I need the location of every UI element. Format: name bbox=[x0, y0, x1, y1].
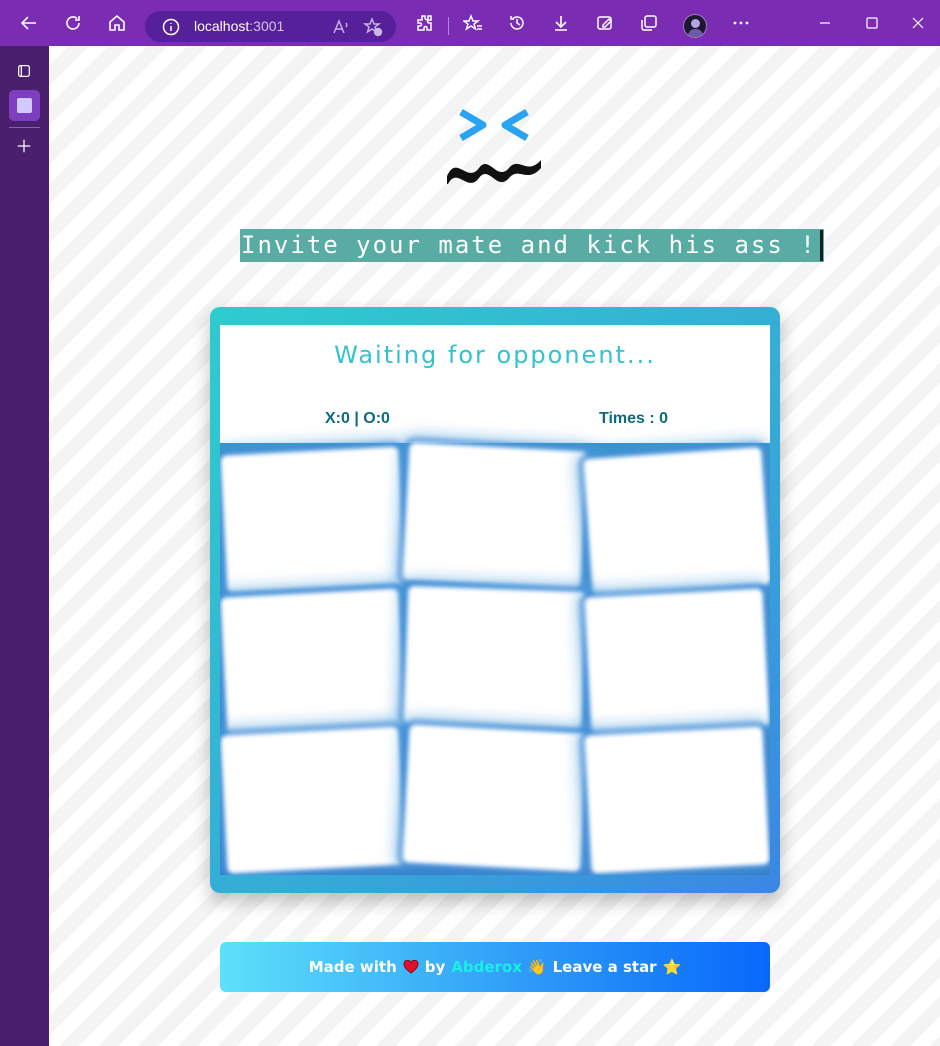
typing-caret bbox=[819, 230, 823, 261]
heart-icon bbox=[403, 959, 419, 974]
history-icon[interactable] bbox=[503, 9, 531, 37]
tic-tac-toe-grid bbox=[220, 442, 770, 875]
score-counter: X:0 | O:0 bbox=[325, 410, 390, 427]
board-cell[interactable] bbox=[220, 726, 406, 874]
author-link[interactable]: Abderox bbox=[451, 958, 522, 976]
info-icon[interactable] bbox=[161, 17, 181, 37]
profile-avatar[interactable] bbox=[683, 14, 707, 38]
headline-text: Invite your mate and kick his ass ! bbox=[241, 231, 817, 259]
star-icon: ⭐ bbox=[662, 958, 682, 976]
active-tab-icon[interactable] bbox=[9, 90, 40, 121]
collections-icon[interactable] bbox=[635, 9, 663, 37]
vertical-tabs-sidebar bbox=[0, 46, 49, 1046]
sidebar-divider bbox=[9, 127, 40, 128]
page-content: Invite your mate and kick his ass ! Wait… bbox=[49, 46, 940, 1046]
home-icon[interactable] bbox=[103, 9, 131, 37]
footer-made-with: Made with bbox=[308, 958, 397, 976]
minimize-icon[interactable] bbox=[811, 9, 839, 37]
board-cell[interactable] bbox=[403, 585, 587, 731]
browser-toolbar: localhost:3001 bbox=[0, 0, 940, 46]
board-cell[interactable] bbox=[583, 446, 770, 598]
favorites-icon[interactable] bbox=[459, 9, 487, 37]
screenshot-icon[interactable] bbox=[591, 9, 619, 37]
board-cell[interactable] bbox=[402, 724, 588, 872]
extensions-icon[interactable] bbox=[410, 9, 438, 37]
logo-face-icon bbox=[447, 108, 541, 184]
url-text: localhost:3001 bbox=[194, 18, 285, 34]
new-tab-icon[interactable] bbox=[13, 135, 35, 157]
maximize-icon[interactable] bbox=[858, 9, 886, 37]
game-board-frame: Waiting for opponent... X:0 | O:0 Times … bbox=[210, 307, 780, 893]
add-favorite-icon[interactable] bbox=[362, 17, 383, 37]
footer-banner: Made with by Abderox 👋 Leave a star ⭐ bbox=[220, 942, 770, 992]
footer-leave-star[interactable]: Leave a star bbox=[553, 958, 657, 976]
address-bar[interactable]: localhost:3001 bbox=[145, 11, 396, 42]
times-counter: Times : 0 bbox=[599, 410, 669, 427]
board-cell[interactable] bbox=[584, 588, 770, 736]
board-cell[interactable] bbox=[220, 446, 406, 594]
close-icon[interactable] bbox=[904, 9, 932, 37]
game-status: Waiting for opponent... bbox=[334, 341, 656, 369]
waving-hand-icon: 👋 bbox=[527, 958, 547, 976]
read-aloud-icon[interactable] bbox=[331, 17, 351, 37]
refresh-icon[interactable] bbox=[59, 9, 87, 37]
tab-actions-icon[interactable] bbox=[13, 60, 35, 82]
footer-by: by bbox=[424, 958, 446, 976]
game-board: Waiting for opponent... X:0 | O:0 Times … bbox=[220, 325, 770, 875]
board-cell[interactable] bbox=[584, 726, 770, 874]
board-cell[interactable] bbox=[220, 588, 406, 736]
board-cell[interactable] bbox=[402, 442, 588, 590]
back-icon[interactable] bbox=[15, 9, 43, 37]
toolbar-divider bbox=[448, 17, 449, 35]
more-icon[interactable] bbox=[727, 9, 755, 37]
downloads-icon[interactable] bbox=[547, 9, 575, 37]
headline-banner: Invite your mate and kick his ass ! bbox=[240, 229, 824, 262]
